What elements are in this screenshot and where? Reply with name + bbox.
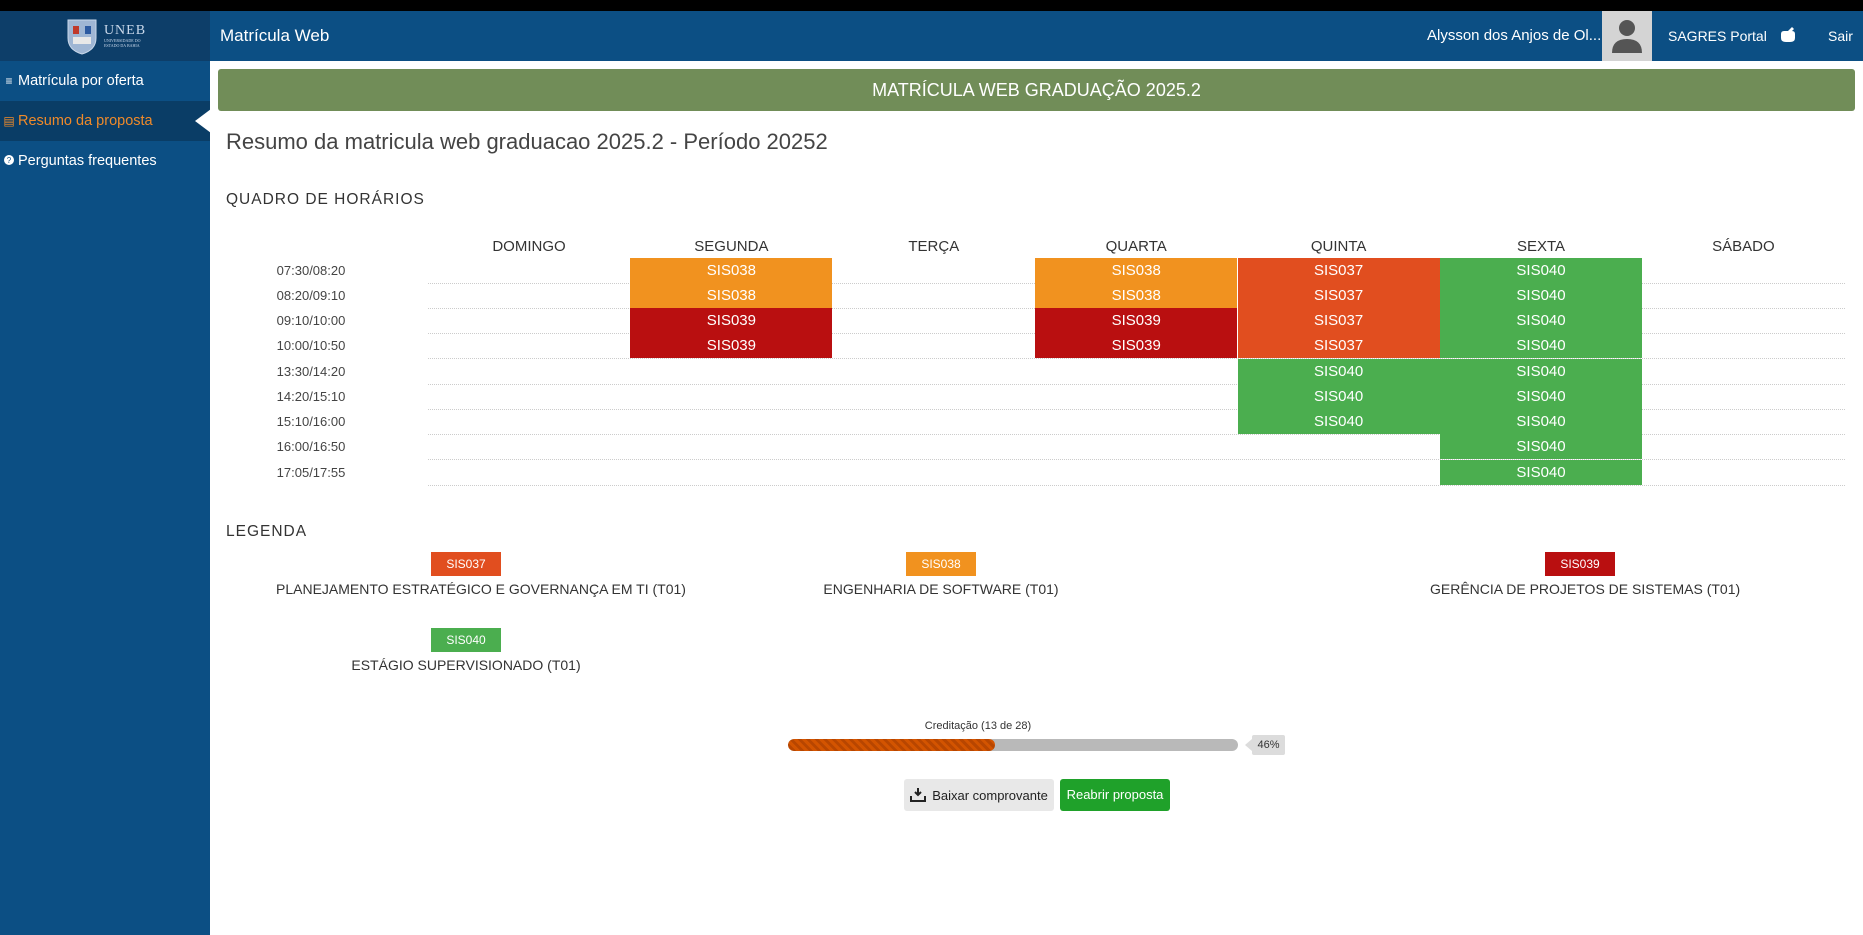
- time-slot-label: 09:10/10:00: [276, 313, 346, 328]
- time-slot-label: 08:20/09:10: [276, 288, 346, 303]
- time-slot-label: 07:30/08:20: [276, 263, 346, 278]
- reopen-proposal-button[interactable]: Reabrir proposta: [1060, 779, 1170, 811]
- schedule-cell-sis039: SIS039: [1035, 333, 1238, 358]
- legend-tag-sis038: SIS038: [906, 552, 976, 576]
- schedule-cell-sis040: SIS040: [1440, 359, 1642, 384]
- question-circle-icon: ?: [2, 154, 16, 168]
- schedule-cell-sis040: SIS040: [1440, 409, 1642, 434]
- logo-subtext: UNIVERSIDADE DO ESTADO DA BAHIA: [103, 38, 141, 48]
- legend-heading: LEGENDA: [226, 523, 308, 540]
- sidebar-item-label: Matrícula por oferta: [18, 73, 144, 89]
- app-title[interactable]: Matrícula Web: [220, 11, 329, 61]
- legend-item: SIS037 PLANEJAMENTO ESTRATÉGICO E GOVERN…: [276, 552, 686, 597]
- sidebar-item-label: Resumo da proposta: [18, 113, 153, 129]
- legend-tag-sis039: SIS039: [1545, 552, 1615, 576]
- credit-progress: Creditação (13 de 28) 46%: [788, 720, 1285, 755]
- schedule-cell-sis040: SIS040: [1440, 258, 1642, 283]
- day-header: SEXTA: [1516, 238, 1566, 255]
- day-header: TERÇA: [908, 238, 960, 255]
- time-slot-label: 10:00/10:50: [276, 338, 346, 353]
- legend-name: GERÊNCIA DE PROJETOS DE SISTEMAS (T01): [1430, 581, 1741, 597]
- schedule-cell-sis038: SIS038: [630, 258, 833, 283]
- schedule-cell-sis040: SIS040: [1440, 283, 1642, 308]
- schedule-cell-sis037: SIS037: [1237, 258, 1440, 283]
- legend-item: SIS040 ESTÁGIO SUPERVISIONADO (T01): [346, 628, 586, 673]
- top-navbar: UNEB UNIVERSIDADE DO ESTADO DA BAHIA Mat…: [0, 11, 1863, 61]
- sidebar-item-resumo-da-proposta[interactable]: ▤ Resumo da proposta: [0, 101, 211, 141]
- time-slot-label: 13:30/14:20: [276, 364, 346, 379]
- sidebar-item-perguntas-frequentes[interactable]: ? Perguntas frequentes: [0, 141, 210, 181]
- schedule-cell-sis038: SIS038: [630, 283, 833, 308]
- schedule-cell-sis040: SIS040: [1440, 308, 1642, 333]
- schedule-cell-sis040: SIS040: [1237, 409, 1440, 434]
- schedule-cell-sis040: SIS040: [1440, 333, 1642, 358]
- day-header: QUINTA: [1310, 238, 1367, 255]
- schedule-cell-sis039: SIS039: [630, 308, 833, 333]
- legend-name: ESTÁGIO SUPERVISIONADO (T01): [351, 657, 581, 673]
- schedule-cell-sis040: SIS040: [1237, 384, 1440, 409]
- sidebar-item-label: Perguntas frequentes: [18, 153, 157, 169]
- schedule-cell-sis039: SIS039: [1035, 308, 1238, 333]
- schedule-cell-sis038: SIS038: [1035, 258, 1238, 283]
- time-slot-label: 16:00/16:50: [276, 439, 346, 454]
- logo-text: UNEB: [103, 23, 147, 38]
- schedule-cell-sis040: SIS040: [1440, 434, 1642, 459]
- user-silhouette-icon: [1612, 20, 1642, 53]
- schedule-cell-sis040: SIS040: [1440, 460, 1642, 485]
- schedule-cell-sis038: SIS038: [1035, 283, 1238, 308]
- download-icon: [910, 788, 927, 802]
- page-title: Resumo da matricula web graduacao 2025.2…: [226, 129, 828, 154]
- day-header: SÁBADO: [1712, 238, 1775, 255]
- schedule-cell-sis037: SIS037: [1237, 283, 1440, 308]
- download-receipt-button[interactable]: Baixar comprovante: [904, 779, 1054, 811]
- legend-name: ENGENHARIA DE SOFTWARE (T01): [823, 581, 1059, 597]
- schedule-heading: QUADRO DE HORÁRIOS: [226, 191, 425, 208]
- progress-label: Creditação (13 de 28): [924, 720, 1032, 732]
- legend-name: PLANEJAMENTO ESTRATÉGICO E GOVERNANÇA EM…: [276, 581, 686, 597]
- time-slot-label: 17:05/17:55: [276, 465, 346, 480]
- user-name[interactable]: Alysson dos Anjos de Ol...: [1427, 11, 1601, 61]
- sagres-portal-link[interactable]: SAGRES Portal: [1668, 11, 1767, 61]
- sidebar-item-matricula-por-oferta[interactable]: ≡ Matrícula por oferta: [0, 61, 210, 101]
- svg-text:?: ?: [7, 156, 12, 165]
- schedule-cell-sis040: SIS040: [1440, 384, 1642, 409]
- progress-percent: 46%: [1245, 735, 1285, 755]
- schedule-cell-sis040: SIS040: [1237, 359, 1440, 384]
- schedule-cell-sis039: SIS039: [630, 333, 833, 358]
- time-slot-label: 14:20/15:10: [276, 389, 346, 404]
- logo[interactable]: UNEB UNIVERSIDADE DO ESTADO DA BAHIA: [0, 11, 210, 61]
- legend-tag-sis040: SIS040: [431, 628, 501, 652]
- schedule-cell-sis037: SIS037: [1237, 308, 1440, 333]
- row-divider: [428, 485, 1845, 486]
- avatar[interactable]: [1602, 11, 1652, 61]
- legend-item: SIS039 GERÊNCIA DE PROJETOS DE SISTEMAS …: [1430, 552, 1741, 597]
- progress-track: [788, 739, 1238, 751]
- app-window: UNEB UNIVERSIDADE DO ESTADO DA BAHIA Mat…: [0, 11, 1863, 935]
- main-content: MATRÍCULA WEB GRADUAÇÃO 2025.2 Resumo da…: [210, 61, 1863, 935]
- logout-link[interactable]: Sair: [1828, 11, 1853, 61]
- day-header: QUARTA: [1105, 238, 1167, 255]
- document-icon: ▤: [3, 114, 15, 128]
- download-label: Baixar comprovante: [932, 787, 1048, 803]
- sidebar: ≡ Matrícula por oferta ▤ Resumo da propo…: [0, 61, 211, 935]
- schedule-cell-sis037: SIS037: [1237, 333, 1440, 358]
- legend-tag-sis037: SIS037: [431, 552, 501, 576]
- uneb-emblem-icon: [67, 19, 97, 55]
- legend-item: SIS038 ENGENHARIA DE SOFTWARE (T01): [806, 552, 1076, 597]
- list-icon: ≡: [5, 74, 13, 88]
- day-header: SEGUNDA: [694, 238, 769, 255]
- time-slot-label: 15:10/16:00: [276, 414, 346, 429]
- page-banner: MATRÍCULA WEB GRADUAÇÃO 2025.2: [218, 69, 1855, 111]
- progress-fill: [788, 739, 995, 751]
- hand-pointer-icon[interactable]: [1778, 26, 1798, 46]
- uneb-logo: UNEB UNIVERSIDADE DO ESTADO DA BAHIA: [64, 16, 146, 56]
- day-header: DOMINGO: [492, 238, 566, 255]
